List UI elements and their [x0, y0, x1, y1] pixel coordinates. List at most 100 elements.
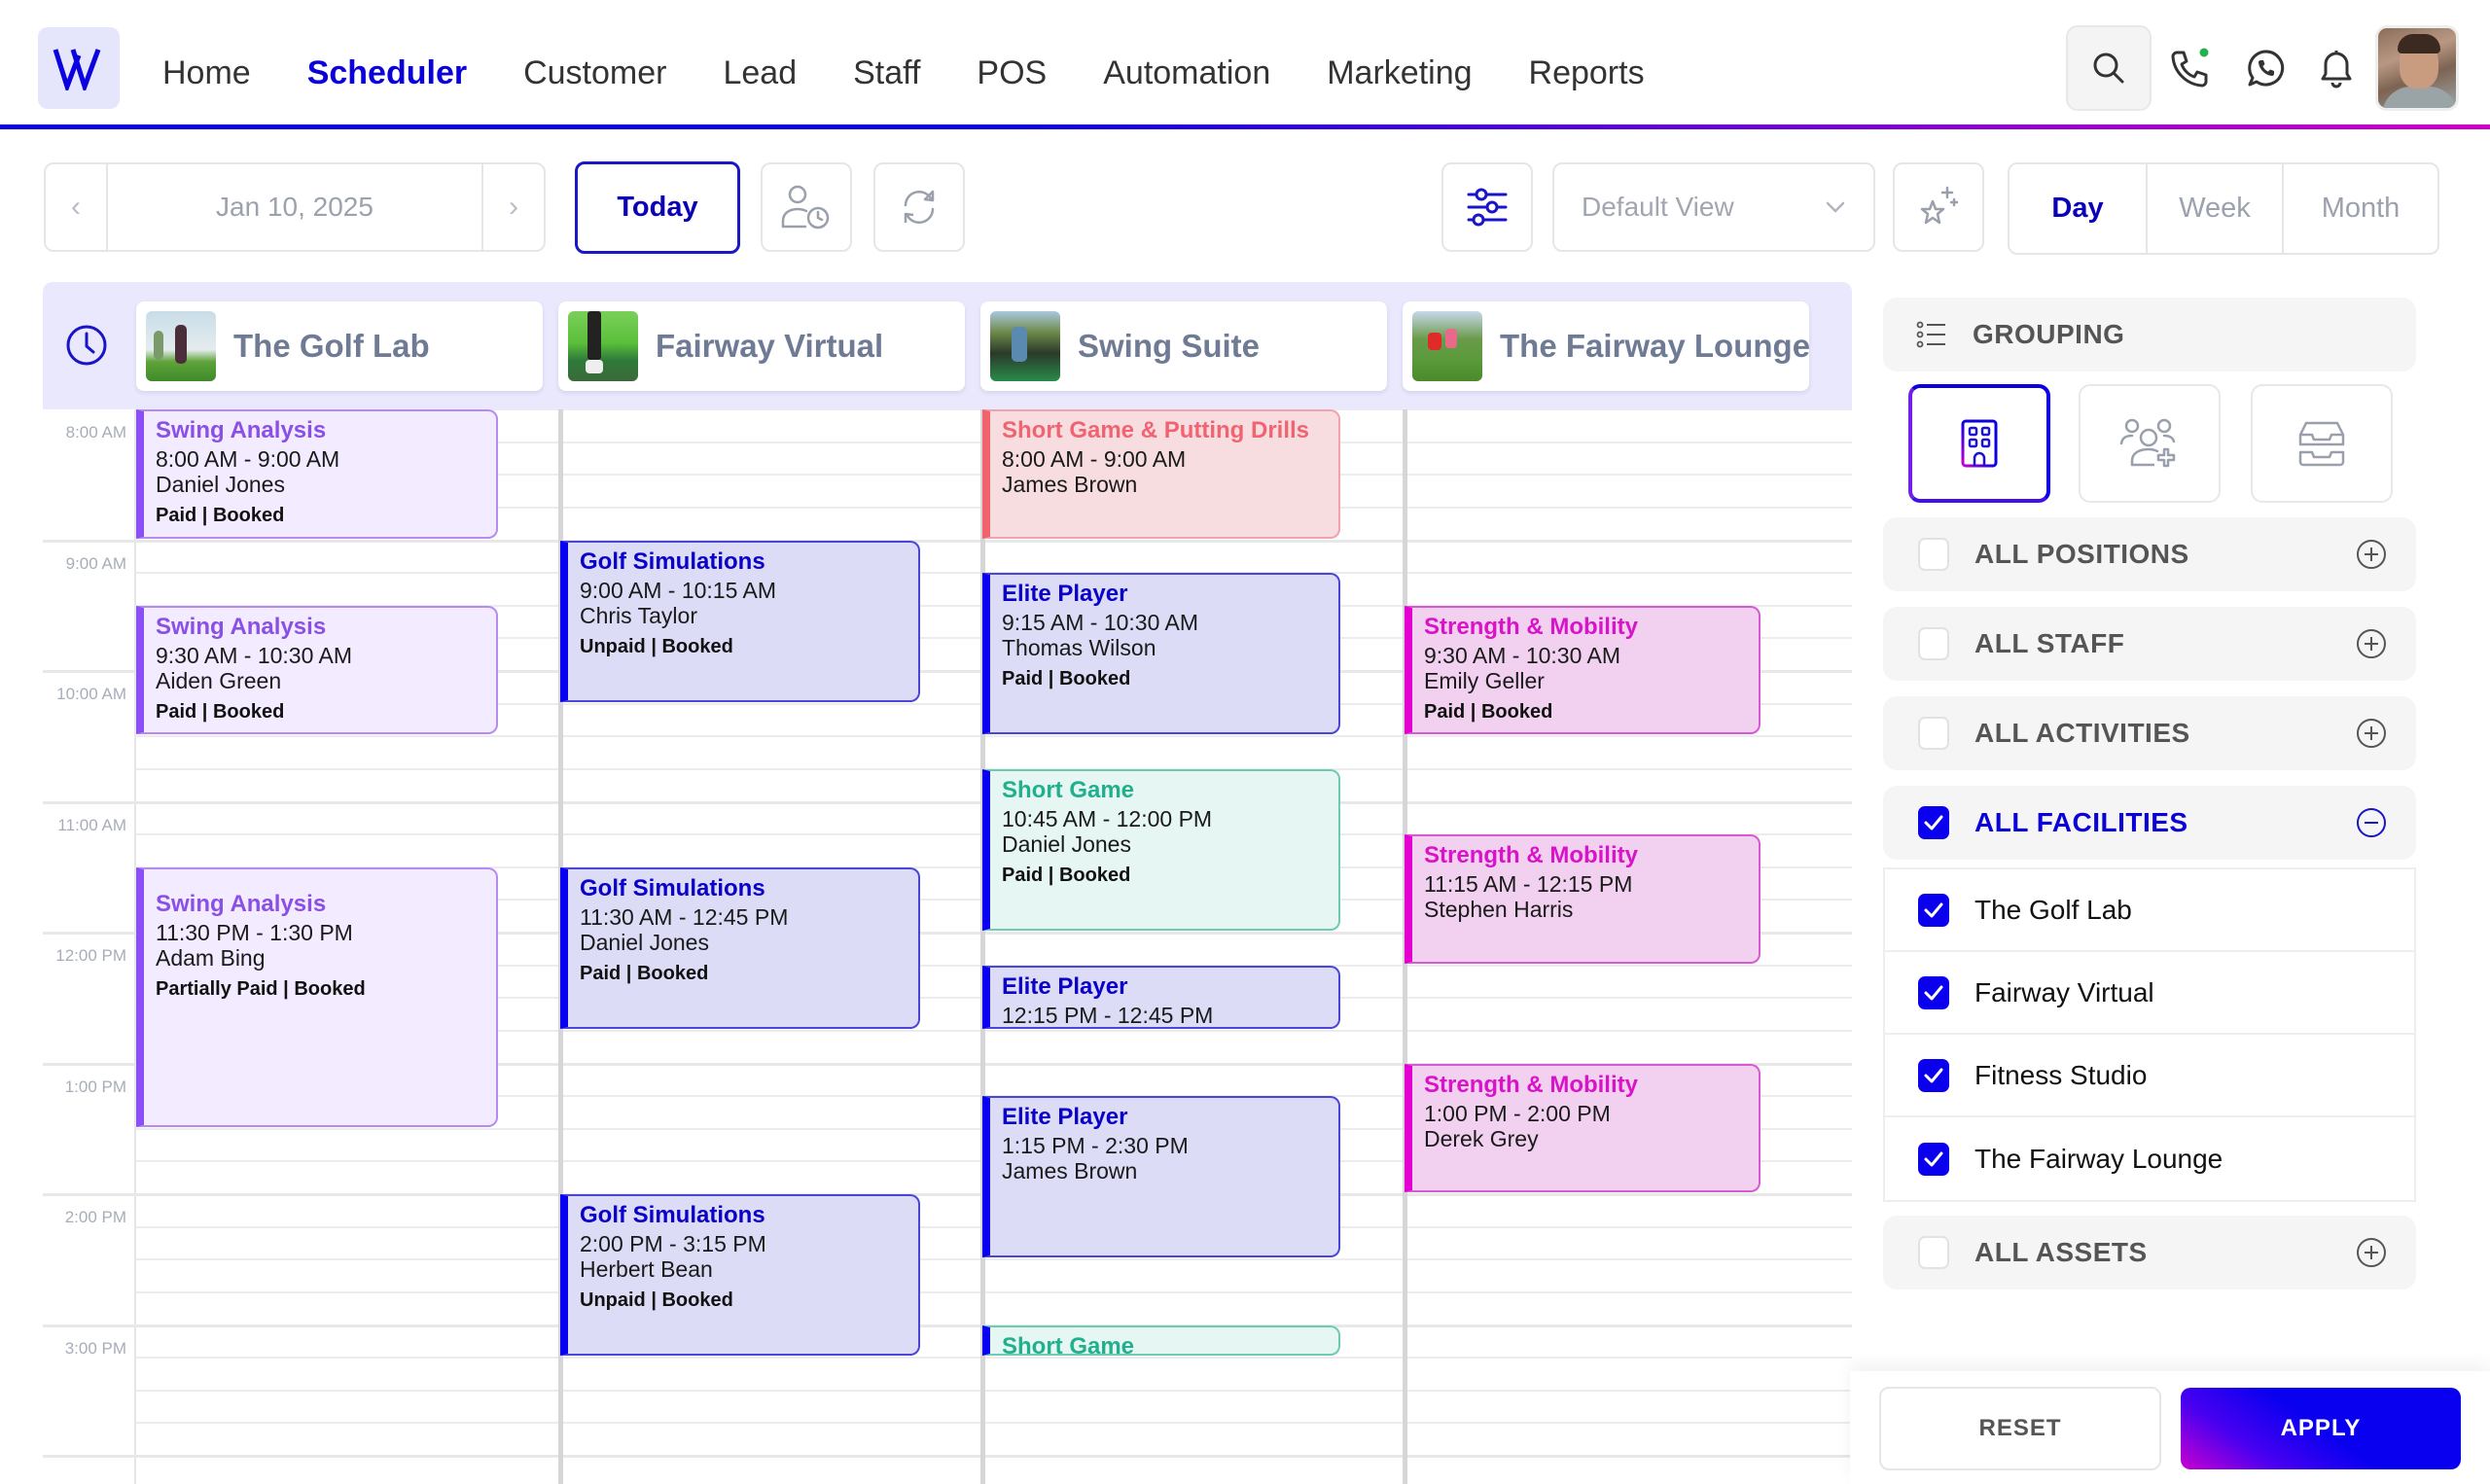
calendar-event[interactable]: Strength & Mobility 11:15 AM - 12:15 PM St…: [1405, 834, 1761, 964]
expand-plus-icon[interactable]: [2356, 1237, 2387, 1268]
calendar-event[interactable]: Swing Analysis 8:00 AM - 9:00 AM Daniel Jo…: [136, 409, 498, 539]
checkbox-checked[interactable]: [1918, 893, 1949, 927]
facility-filter-item[interactable]: The Golf Lab: [1885, 869, 2414, 952]
calendar-event[interactable]: Golf Simulations 11:30 AM - 12:45 PM Danie…: [560, 866, 920, 1029]
event-person: Chris Taylor: [580, 602, 697, 628]
expand-plus-icon[interactable]: [2356, 628, 2387, 659]
checkbox-checked[interactable]: [1918, 1058, 1949, 1092]
filter-all-activities[interactable]: ALL ACTIVITIES: [1883, 696, 2416, 770]
whatsapp-button[interactable]: [2237, 39, 2295, 97]
facility-header-fairway-virtual[interactable]: Fairway Virtual: [558, 301, 965, 391]
facility-header-swing-suite[interactable]: Swing Suite: [980, 301, 1387, 391]
facility-filter-item[interactable]: Fitness Studio: [1885, 1035, 2414, 1117]
favorite-view-button[interactable]: [1893, 162, 1984, 252]
calendar-event[interactable]: Strength & Mobility 1:00 PM - 2:00 PM Dere…: [1405, 1063, 1761, 1192]
checkbox-checked[interactable]: [1918, 1142, 1949, 1176]
filter-all-positions[interactable]: ALL POSITIONS: [1883, 517, 2416, 591]
user-avatar[interactable]: [2375, 25, 2459, 111]
time-label: 3:00 PM: [64, 1338, 126, 1358]
facility-thumbnail: [990, 311, 1060, 381]
checkbox-checked[interactable]: [1918, 975, 1949, 1009]
filter-all-assets[interactable]: ALL ASSETS: [1883, 1216, 2416, 1290]
range-week-tab[interactable]: Week: [2148, 164, 2284, 253]
checkbox[interactable]: [1918, 627, 1949, 660]
group-by-facility-button[interactable]: [1908, 384, 2050, 503]
calendar-event[interactable]: Elite Player 1:15 PM - 2:30 PM James Brown: [982, 1096, 1340, 1258]
event-person: Daniel Jones: [580, 929, 709, 955]
nav-marketing[interactable]: Marketing: [1327, 54, 1472, 92]
next-day-button[interactable]: ›: [481, 164, 544, 250]
quarter-gridline: [135, 1258, 1852, 1261]
expand-plus-icon[interactable]: [2356, 539, 2387, 570]
checkbox[interactable]: [1918, 538, 1949, 571]
calendar-event[interactable]: Swing Analysis 9:30 AM - 10:30 AM Aiden Gr…: [136, 605, 498, 735]
event-title: Strength & Mobility: [1424, 842, 1638, 869]
prev-day-button[interactable]: ‹: [46, 164, 108, 250]
group-by-assets-button[interactable]: [2251, 384, 2393, 503]
current-date[interactable]: Jan 10, 2025: [108, 192, 481, 223]
notifications-button[interactable]: [2307, 39, 2366, 97]
filter-all-staff[interactable]: ALL STAFF: [1883, 607, 2416, 681]
calendar-event[interactable]: Elite Player 9:15 AM - 10:30 AM Thomas Wil…: [982, 573, 1340, 735]
nav-pos[interactable]: POS: [977, 54, 1047, 92]
event-status: Paid | Booked: [1002, 864, 1131, 886]
time-label: 11:00 AM: [57, 815, 126, 834]
range-month-tab[interactable]: Month: [2284, 164, 2437, 253]
facility-name: The Fairway Lounge: [1500, 328, 1811, 364]
nav-staff[interactable]: Staff: [853, 54, 920, 92]
event-time: 8:00 AM - 9:00 AM: [1002, 446, 1187, 472]
phone-button[interactable]: [2161, 39, 2220, 97]
group-by-staff-button[interactable]: [2079, 384, 2221, 503]
staff-availability-button[interactable]: [761, 162, 852, 252]
grouping-label: GROUPING: [1973, 319, 2125, 349]
checkbox[interactable]: [1918, 1236, 1949, 1269]
refresh-button[interactable]: [873, 162, 965, 252]
nav-lead[interactable]: Lead: [723, 54, 797, 92]
facility-filter-item[interactable]: The Fairway Lounge: [1885, 1117, 2414, 1200]
calendar-event[interactable]: Swing Analysis 11:30 PM - 1:30 PM Adam Bin…: [136, 866, 498, 1127]
event-status: Paid | Booked: [1424, 700, 1553, 723]
nav-customer[interactable]: Customer: [523, 54, 666, 92]
collapse-minus-icon[interactable]: [2356, 807, 2387, 838]
calendar-event[interactable]: Short Game: [982, 1325, 1340, 1357]
chevron-down-icon: [1826, 201, 1845, 213]
time-label: 2:00 PM: [64, 1208, 126, 1226]
event-time: 1:15 PM - 2:30 PM: [1002, 1133, 1189, 1159]
nav-scheduler[interactable]: Scheduler: [307, 54, 467, 92]
filter-label: ALL ACTIVITIES: [1974, 718, 2190, 748]
reset-button[interactable]: RESET: [1879, 1387, 2161, 1470]
facility-filter-item[interactable]: Fairway Virtual: [1885, 952, 2414, 1035]
checkbox-checked[interactable]: [1918, 806, 1949, 839]
filter-settings-button[interactable]: [1441, 162, 1533, 252]
calendar-event[interactable]: Golf Simulations 2:00 PM - 3:15 PM Herbert…: [560, 1194, 920, 1357]
calendar-event[interactable]: Short Game 10:45 AM - 12:00 PM Daniel Jone…: [982, 768, 1340, 931]
apply-button[interactable]: APPLY: [2181, 1388, 2461, 1469]
nav-reports[interactable]: Reports: [1529, 54, 1645, 92]
calendar-event[interactable]: Short Game & Putting Drills 8:00 AM - 9:0…: [982, 409, 1340, 539]
expand-plus-icon[interactable]: [2356, 718, 2387, 749]
filter-label: ALL STAFF: [1974, 628, 2125, 658]
nav-automation[interactable]: Automation: [1103, 54, 1270, 92]
event-person: James Brown: [1002, 472, 1138, 497]
event-title: Golf Simulations: [580, 1202, 765, 1228]
facility-header-fairway-lounge[interactable]: The Fairway Lounge: [1403, 301, 1811, 391]
calendar-event[interactable]: Golf Simulations 9:00 AM - 10:15 AM Chris …: [560, 540, 920, 702]
nav-home[interactable]: Home: [162, 54, 251, 92]
event-time: 9:30 AM - 10:30 AM: [156, 642, 353, 668]
checkbox[interactable]: [1918, 717, 1949, 750]
range-day-tab[interactable]: Day: [2010, 164, 2148, 253]
facility-header-golf-lab[interactable]: The Golf Lab: [136, 301, 543, 391]
search-button[interactable]: [2066, 25, 2152, 111]
calendar-event[interactable]: Elite Player 12:15 PM - 12:45 PM: [982, 965, 1340, 1029]
today-button[interactable]: Today: [575, 161, 740, 254]
inbox-stack-icon: [2298, 421, 2345, 467]
filter-all-facilities[interactable]: ALL FACILITIES: [1883, 786, 2416, 860]
calendar-event[interactable]: Strength & Mobility 9:30 AM - 10:30 AM Emi…: [1405, 605, 1761, 735]
app-logo[interactable]: [38, 27, 120, 109]
event-person: Herbert Bean: [580, 1256, 713, 1282]
quarter-gridline: [135, 1422, 1852, 1425]
facility-thumbnail: [146, 311, 216, 381]
event-person: Emily Geller: [1424, 667, 1545, 693]
filter-label: ALL ASSETS: [1974, 1237, 2148, 1267]
view-select[interactable]: Default View: [1552, 162, 1875, 252]
